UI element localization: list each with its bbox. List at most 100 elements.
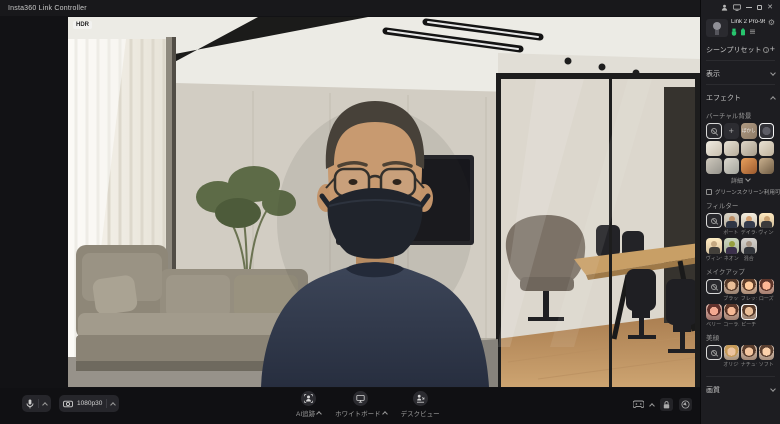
app-window: Insta360 Link Controller <box>0 0 780 424</box>
mic-icon[interactable] <box>26 399 34 409</box>
image-quality-section[interactable]: 画質 <box>706 381 775 398</box>
close-icon[interactable]: ✕ <box>767 4 773 11</box>
disable-icon <box>711 284 717 290</box>
virtual-bg-add-button[interactable] <box>724 123 740 139</box>
device-thumbnail <box>706 19 728 37</box>
resolution-value[interactable]: 1080p30 <box>77 400 102 407</box>
divider <box>106 399 107 408</box>
display-section[interactable]: 表示 <box>706 65 775 82</box>
virtual-bg-thumb[interactable] <box>706 141 722 157</box>
whiteboard-label: ホワイトボード <box>335 408 381 418</box>
info-icon <box>763 47 769 53</box>
virtual-bg-thumb[interactable] <box>724 158 740 174</box>
virtual-bg-title: バーチャル背景 <box>706 110 775 120</box>
makeup-option[interactable]: ローズ <box>759 279 775 303</box>
scene-preset-section[interactable]: シーンプリセット + <box>706 41 775 58</box>
virtual-bg-more-button[interactable]: 詳細 <box>706 176 775 185</box>
add-preset-button[interactable]: + <box>770 45 775 54</box>
virtual-bg-thumb[interactable] <box>741 158 757 174</box>
ai-tracking-label: AI追跡 <box>296 408 315 418</box>
filter-none-button[interactable] <box>706 213 722 229</box>
makeup-option[interactable]: コーラル <box>724 304 740 328</box>
maximize-icon[interactable] <box>757 5 762 10</box>
ai-tracking-button[interactable]: AI追跡 <box>296 391 321 418</box>
minimize-icon[interactable] <box>746 7 752 8</box>
gimbal-chevron-icon[interactable] <box>649 403 655 409</box>
makeup-option[interactable]: ピーチ <box>741 304 757 328</box>
gimbal-control-icon[interactable] <box>633 400 644 409</box>
whiteboard-chevron-icon[interactable] <box>382 411 388 417</box>
greenscreen-checkbox[interactable] <box>706 189 712 195</box>
effects-section[interactable]: エフェクト <box>706 89 775 106</box>
device-card[interactable]: Link 2 Pro-96V0IQB ⚙ <box>706 19 775 37</box>
greenscreen-label: グリーンスクリーン利用可能 <box>715 188 780 196</box>
virtual-bg-thumb[interactable] <box>759 141 775 157</box>
mic-options-chevron-icon[interactable] <box>42 402 48 408</box>
virtual-bg-thumb[interactable] <box>706 158 722 174</box>
blur-label: ぼかし <box>742 128 756 134</box>
beauty-option[interactable]: ソフト <box>759 345 775 369</box>
recenter-button[interactable] <box>679 398 692 411</box>
scene-preset-label: シーンプリセット <box>706 45 761 55</box>
virtual-bg-thumb[interactable] <box>741 141 757 157</box>
display-label: 表示 <box>706 69 720 79</box>
video-stage: HDR <box>0 16 700 388</box>
greenscreen-checkbox-row[interactable]: グリーンスクリーン利用可能 <box>706 188 775 196</box>
more-chevron-icon <box>745 176 751 182</box>
virtual-bg-thumb[interactable] <box>724 141 740 157</box>
virtual-bg-selected[interactable] <box>759 123 775 139</box>
device-settings-gear-icon[interactable]: ⚙ <box>768 19 775 27</box>
whiteboard-button[interactable]: ホワイトボード <box>335 391 387 418</box>
virtual-bg-blur[interactable]: ぼかし <box>741 123 757 139</box>
makeup-option[interactable]: フレッシュ <box>741 279 757 303</box>
makeup-option[interactable]: ベリー <box>706 304 722 328</box>
sidebar: ✕ Link 2 Pro-96V0IQB ⚙ シーンプリセット + 表示 <box>700 0 780 424</box>
device-name: Link 2 Pro-96V0IQB <box>731 19 765 25</box>
whiteboard-icon[interactable] <box>353 391 368 406</box>
camera-icon[interactable] <box>63 400 73 408</box>
ai-tracking-chevron-icon[interactable] <box>316 411 322 417</box>
deskview-button[interactable]: デスクビュー <box>401 391 440 418</box>
camera-preview: HDR <box>68 17 700 387</box>
makeup-none-button[interactable] <box>706 279 722 295</box>
filter-option[interactable]: ヴィンテ… <box>706 238 722 262</box>
more-label: 詳細 <box>731 176 743 185</box>
device-status <box>731 28 765 36</box>
divider <box>706 376 775 377</box>
filter-option[interactable]: ネオン <box>724 238 740 262</box>
deskview-label: デスクビュー <box>401 408 440 418</box>
makeup-option[interactable]: ブラッシュ <box>724 279 740 303</box>
divider <box>706 84 775 85</box>
window-controls: ✕ <box>706 0 775 15</box>
mic-control <box>22 395 51 412</box>
beauty-title: 美顔 <box>706 332 775 342</box>
filter-option[interactable]: デイライト <box>741 213 757 237</box>
divider <box>38 399 39 408</box>
screen-icon[interactable] <box>733 4 741 11</box>
filter-option[interactable]: ポートレ… <box>724 213 740 237</box>
beauty-none-button[interactable] <box>706 345 722 361</box>
image-quality-chevron-icon[interactable] <box>770 386 776 392</box>
resolution-chevron-icon[interactable] <box>110 402 116 408</box>
lock-button[interactable] <box>660 398 673 411</box>
battery-status-icon <box>740 28 746 36</box>
filter-option[interactable]: 混合 <box>741 238 757 262</box>
virtual-bg-none-button[interactable] <box>706 123 722 139</box>
display-chevron-icon[interactable] <box>770 70 776 76</box>
disable-icon <box>711 128 717 134</box>
titlebar: Insta360 Link Controller <box>0 0 700 16</box>
makeup-title: メイクアップ <box>706 266 775 276</box>
office-scene <box>68 17 700 387</box>
filter-option[interactable]: ヴィンテ… <box>759 213 775 237</box>
beauty-option[interactable]: ナチュラル <box>741 345 757 369</box>
usb-status-icon <box>731 28 737 36</box>
account-icon[interactable] <box>721 4 728 11</box>
effects-chevron-icon[interactable] <box>770 96 776 102</box>
resolution-control: 1080p30 <box>59 395 119 412</box>
hdr-badge: HDR <box>73 21 92 29</box>
ai-tracking-icon[interactable] <box>301 391 316 406</box>
beauty-option[interactable]: オリジナル <box>724 345 740 369</box>
window-title: Insta360 Link Controller <box>8 5 87 12</box>
virtual-bg-thumb[interactable] <box>759 158 775 174</box>
deskview-icon[interactable] <box>413 391 428 406</box>
